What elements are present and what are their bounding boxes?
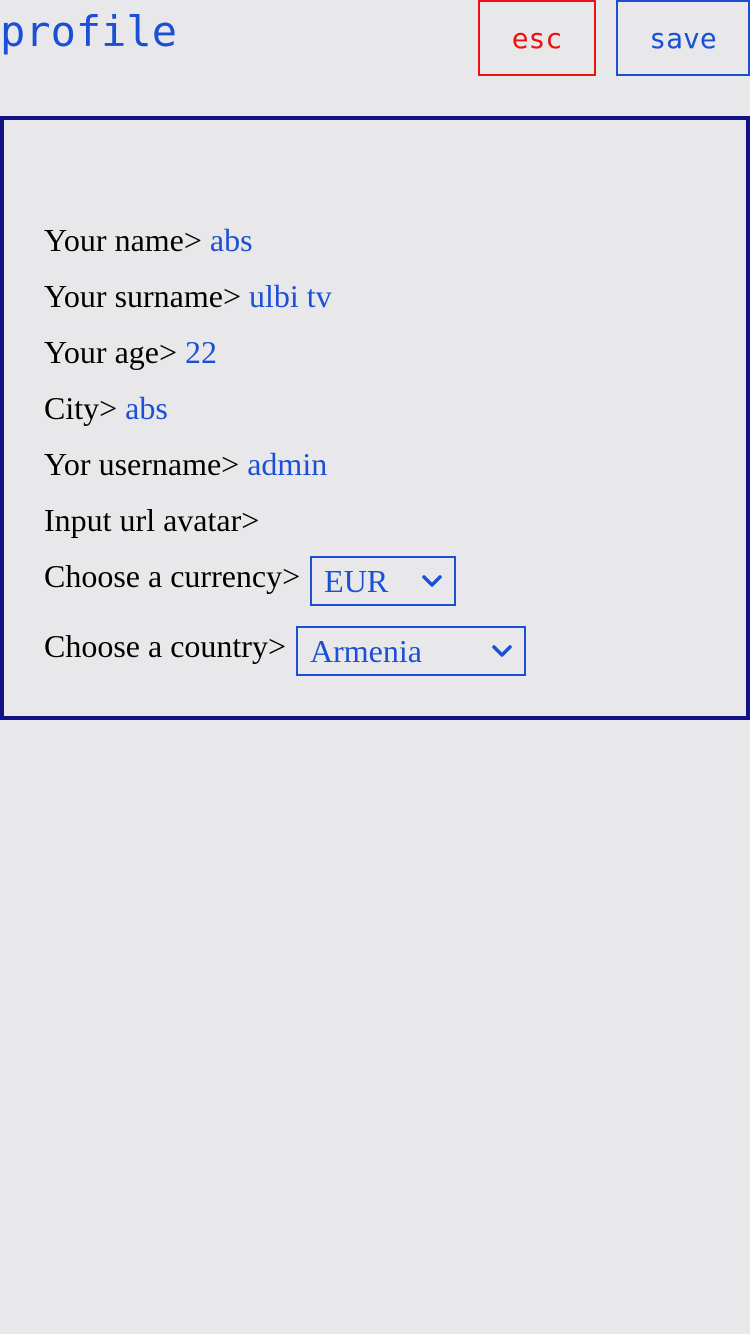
name-input[interactable]: abs (210, 220, 253, 260)
country-select[interactable]: Armenia (296, 626, 526, 676)
currency-select[interactable]: EUR (310, 556, 457, 606)
age-row: Your age> 22 (44, 332, 217, 372)
chevron-down-icon (422, 575, 442, 587)
chevron-down-icon (492, 645, 512, 657)
country-row: Choose a country> Armenia (44, 626, 526, 676)
city-row: City> abs (44, 388, 168, 428)
age-input[interactable]: 22 (185, 332, 217, 372)
esc-button[interactable]: esc (478, 0, 596, 76)
currency-label: Choose a currency> (44, 558, 301, 594)
city-label: City> (44, 390, 118, 426)
name-row: Your name> abs (44, 220, 253, 260)
profile-card: Your name> abs Your surname> ulbi tv You… (0, 116, 750, 720)
currency-row: Choose a currency> EUR (44, 556, 457, 606)
country-selected-value: Armenia (310, 633, 422, 669)
surname-row: Your surname> ulbi tv (44, 276, 332, 316)
surname-input[interactable]: ulbi tv (249, 276, 332, 316)
surname-label: Your surname> (44, 278, 242, 314)
name-label: Your name> (44, 222, 202, 258)
save-button[interactable]: save (616, 0, 750, 76)
age-label: Your age> (44, 334, 178, 370)
username-label: Yor username> (44, 446, 240, 482)
city-input[interactable]: abs (125, 388, 168, 428)
page-title: profile (0, 7, 178, 56)
username-input[interactable]: admin (247, 444, 327, 484)
avatar-url-input[interactable] (267, 500, 467, 540)
currency-selected-value: EUR (324, 563, 389, 599)
avatar-label: Input url avatar> (44, 502, 260, 538)
avatar-row: Input url avatar> (44, 500, 467, 540)
username-row: Yor username> admin (44, 444, 327, 484)
country-label: Choose a country> (44, 628, 286, 664)
